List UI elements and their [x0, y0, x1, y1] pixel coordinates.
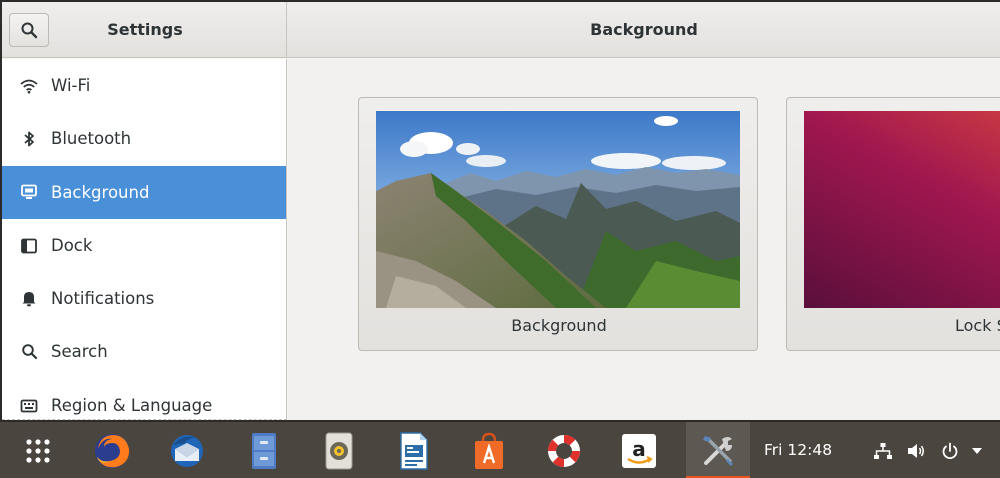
screen: Settings Background Wi-Fi Bluetooth Back…: [0, 0, 1000, 478]
sidebar-item-search[interactable]: Search: [2, 325, 286, 378]
settings-title: Settings: [107, 20, 183, 39]
sidebar-item-label: Wi-Fi: [51, 76, 91, 95]
writer-icon: [400, 431, 428, 470]
svg-text:a: a: [632, 437, 646, 461]
dock-app-files[interactable]: [232, 422, 296, 478]
lock-screen-thumbnail: [804, 111, 1000, 308]
volume-indicator[interactable]: [903, 422, 929, 478]
network-icon: [874, 442, 892, 459]
volume-icon: [908, 443, 924, 458]
background-panel: Background Lock: [288, 59, 1000, 420]
background-card-label: Background: [511, 316, 607, 335]
sidebar-item-label: Notifications: [51, 289, 155, 308]
lock-screen-card[interactable]: Lock Sc: [786, 97, 1000, 351]
grid-icon: [26, 438, 50, 463]
system-menu-toggle[interactable]: [966, 422, 988, 478]
dock-app-settings[interactable]: [686, 422, 750, 478]
sidebar-item-label: Bluetooth: [51, 129, 132, 148]
dock-app-help[interactable]: [532, 422, 596, 478]
sidebar-item-region-language[interactable]: Region & Language: [2, 379, 286, 420]
dock-app-rhythmbox[interactable]: [307, 422, 371, 478]
search-button[interactable]: [9, 13, 49, 47]
sidebar-item-label: Region & Language: [51, 396, 213, 415]
amazon-icon: a: [622, 433, 656, 468]
dock-icon: [19, 236, 39, 256]
dock-app-libreoffice-writer[interactable]: [382, 422, 446, 478]
bell-icon: [19, 289, 39, 309]
wifi-icon: [19, 76, 39, 96]
lock-screen-card-label: Lock Sc: [955, 316, 1000, 335]
power-icon: [942, 442, 958, 459]
sidebar-item-dock[interactable]: Dock: [2, 219, 286, 272]
bluetooth-icon: [19, 129, 39, 149]
sidebar-item-label: Dock: [51, 236, 93, 255]
sidebar-item-wifi[interactable]: Wi-Fi: [2, 59, 286, 112]
dock: a Fri 12:48: [0, 421, 1000, 478]
sidebar-item-notifications[interactable]: Notifications: [2, 272, 286, 325]
network-indicator[interactable]: [870, 422, 896, 478]
header-left-section: Settings: [2, 2, 287, 58]
search-icon: [21, 22, 38, 39]
power-indicator[interactable]: [937, 422, 963, 478]
sidebar-item-label: Search: [51, 342, 108, 361]
dock-app-thunderbird[interactable]: [155, 422, 219, 478]
keyboard-icon: [19, 396, 39, 416]
settings-window: Settings Background Wi-Fi Bluetooth Back…: [2, 2, 1000, 420]
chevron-down-icon: [972, 447, 982, 454]
sidebar-divider: [2, 419, 286, 420]
display-icon: [19, 183, 39, 203]
lifebuoy-icon: [548, 434, 580, 467]
background-card[interactable]: Background: [358, 97, 758, 351]
header-bar: Settings Background: [2, 2, 1000, 58]
firefox-icon: [95, 433, 130, 468]
dock-app-firefox[interactable]: [80, 422, 144, 478]
file-cabinet-icon: [252, 432, 276, 469]
sidebar-item-background[interactable]: Background: [2, 166, 286, 219]
search-icon: [19, 342, 39, 362]
speaker-icon: [325, 432, 353, 469]
sidebar-item-bluetooth[interactable]: Bluetooth: [2, 112, 286, 165]
sidebar-item-label: Background: [51, 183, 150, 202]
dock-app-ubuntu-software[interactable]: [457, 422, 521, 478]
panel-title: Background: [590, 20, 698, 39]
dock-app-amazon[interactable]: a: [607, 422, 671, 478]
show-applications-button[interactable]: [6, 422, 70, 478]
background-thumbnail: [376, 111, 740, 308]
thunderbird-icon: [171, 434, 203, 467]
tools-icon: [703, 435, 733, 466]
shopping-bag-icon: [475, 432, 503, 469]
clock[interactable]: Fri 12:48: [764, 422, 832, 478]
sidebar: Wi-Fi Bluetooth Background Dock Notifica…: [2, 59, 287, 420]
